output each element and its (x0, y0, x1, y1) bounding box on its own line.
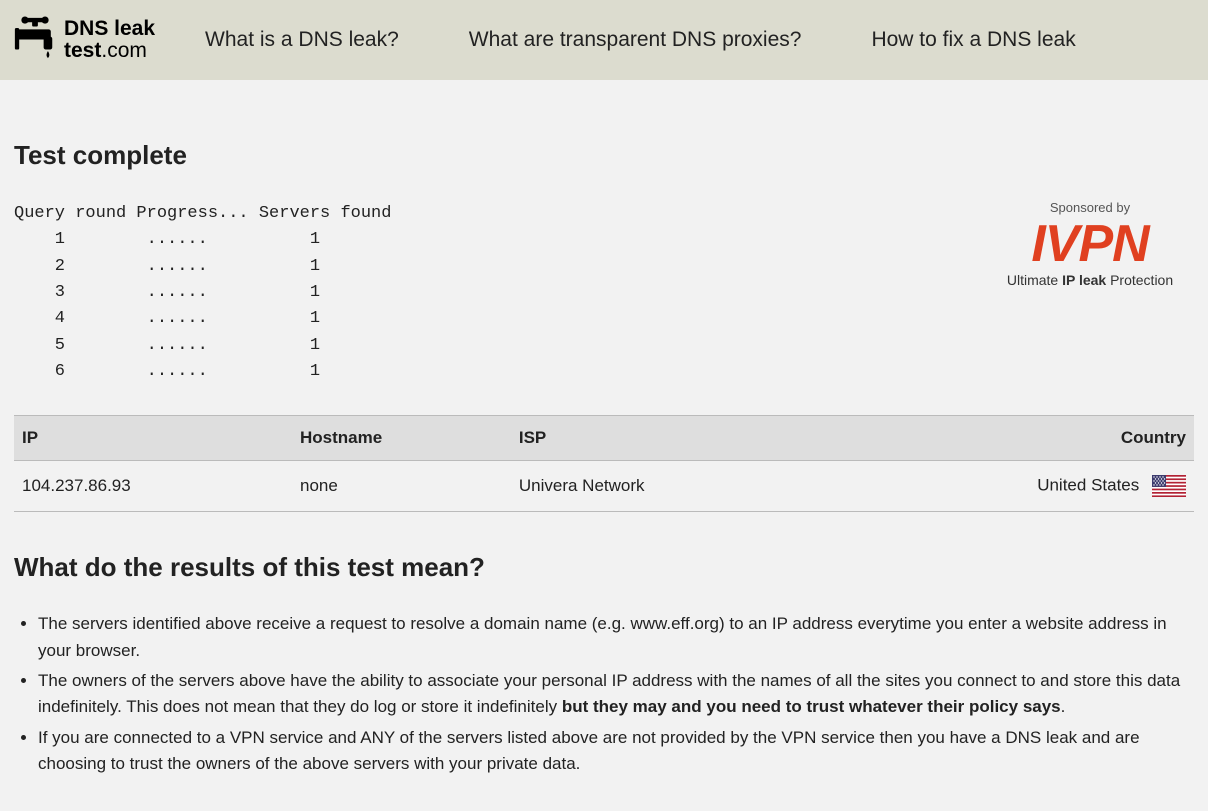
list-item: The servers identified above receive a r… (38, 611, 1194, 664)
explanation-list: The servers identified above receive a r… (14, 611, 1194, 777)
main-content: Test complete Query round Progress... Se… (0, 80, 1208, 811)
nav-how-to-fix[interactable]: How to fix a DNS leak (871, 28, 1075, 52)
results-table: IP Hostname ISP Country 104.237.86.93 no… (14, 415, 1194, 512)
meaning-title: What do the results of this test mean? (14, 552, 1194, 583)
sponsor-label: Sponsored by (990, 200, 1190, 215)
logo-text: DNS leak test.com (64, 18, 155, 62)
cell-ip: 104.237.86.93 (14, 461, 292, 512)
list-item: If you are connected to a VPN service an… (38, 725, 1194, 778)
col-isp: ISP (511, 416, 827, 461)
table-row: 104.237.86.93 none Univera Network Unite… (14, 461, 1194, 512)
sponsor-box[interactable]: Sponsored by IVPN Ultimate IP leak Prote… (990, 200, 1190, 288)
cell-hostname: none (292, 461, 511, 512)
col-country: Country (827, 416, 1194, 461)
nav-transparent-proxies[interactable]: What are transparent DNS proxies? (469, 28, 802, 52)
col-ip: IP (14, 416, 292, 461)
header-bar: DNS leak test.com What is a DNS leak? Wh… (0, 0, 1208, 80)
sponsor-brand: IVPN (990, 221, 1190, 268)
us-flag-icon (1152, 475, 1186, 497)
page-title: Test complete (14, 140, 1194, 171)
main-nav: What is a DNS leak? What are transparent… (205, 28, 1076, 52)
sponsor-tagline: Ultimate IP leak Protection (990, 272, 1190, 288)
table-header-row: IP Hostname ISP Country (14, 416, 1194, 461)
logo-link[interactable]: DNS leak test.com (12, 15, 155, 66)
cell-isp: Univera Network (511, 461, 827, 512)
faucet-icon (12, 15, 58, 66)
col-hostname: Hostname (292, 416, 511, 461)
list-item: The owners of the servers above have the… (38, 668, 1194, 721)
nav-what-is-dns-leak[interactable]: What is a DNS leak? (205, 28, 399, 52)
cell-country: United States (827, 461, 1194, 512)
